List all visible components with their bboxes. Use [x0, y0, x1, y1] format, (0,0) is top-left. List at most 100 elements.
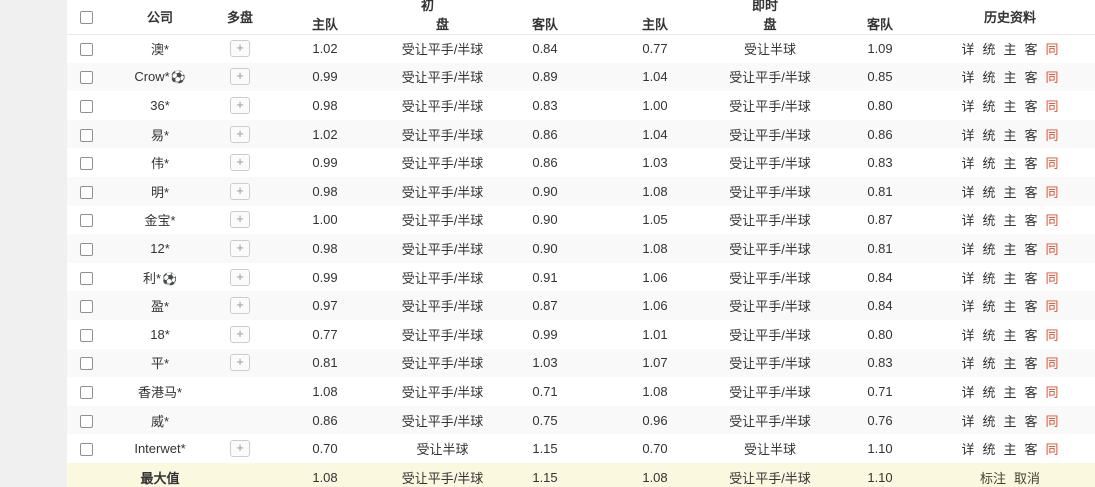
history-link-stats[interactable]: 统 [982, 99, 995, 114]
history-link-home[interactable]: 主 [1003, 328, 1016, 343]
history-link-stats[interactable]: 统 [982, 213, 995, 228]
history-link-stats[interactable]: 统 [982, 42, 995, 57]
history-link-home[interactable]: 主 [1003, 442, 1016, 457]
history-link-away[interactable]: 客 [1025, 356, 1038, 371]
history-link-home[interactable]: 主 [1003, 185, 1016, 200]
history-link-detail[interactable]: 详 [961, 128, 974, 143]
history-link-same[interactable]: 同 [1046, 242, 1059, 257]
history-link-home[interactable]: 主 [1003, 414, 1016, 429]
history-link-stats[interactable]: 统 [982, 271, 995, 286]
history-link-detail[interactable]: 详 [961, 271, 974, 286]
history-link-stats[interactable]: 统 [982, 70, 995, 85]
history-link-away[interactable]: 客 [1025, 185, 1038, 200]
history-link-stats[interactable]: 统 [982, 156, 995, 171]
expand-button[interactable]: + [230, 154, 250, 172]
history-link-detail[interactable]: 详 [961, 442, 974, 457]
row-checkbox[interactable] [79, 185, 93, 199]
expand-button[interactable]: + [230, 297, 250, 315]
history-link-home[interactable]: 主 [1003, 213, 1016, 228]
history-link-away[interactable]: 客 [1025, 271, 1038, 286]
row-checkbox[interactable] [79, 71, 93, 85]
history-link-home[interactable]: 主 [1003, 271, 1016, 286]
history-link-same[interactable]: 同 [1046, 442, 1059, 457]
history-link-same[interactable]: 同 [1046, 70, 1059, 85]
history-link-same[interactable]: 同 [1046, 128, 1059, 143]
history-link-detail[interactable]: 详 [961, 70, 974, 85]
history-link-stats[interactable]: 统 [982, 356, 995, 371]
history-link-away[interactable]: 客 [1025, 242, 1038, 257]
history-link-away[interactable]: 客 [1025, 99, 1038, 114]
select-all-checkbox[interactable] [79, 11, 93, 25]
row-checkbox[interactable] [79, 242, 93, 256]
history-link-detail[interactable]: 详 [961, 242, 974, 257]
history-link-stats[interactable]: 统 [982, 385, 995, 400]
history-link-home[interactable]: 主 [1003, 242, 1016, 257]
history-link-same[interactable]: 同 [1046, 99, 1059, 114]
expand-button[interactable]: + [230, 354, 250, 372]
history-link-detail[interactable]: 详 [961, 99, 974, 114]
history-link-away[interactable]: 客 [1025, 442, 1038, 457]
history-link-detail[interactable]: 详 [961, 42, 974, 57]
row-checkbox[interactable] [79, 357, 93, 371]
history-link-detail[interactable]: 详 [961, 414, 974, 429]
history-link-away[interactable]: 客 [1025, 385, 1038, 400]
history-link-away[interactable]: 客 [1025, 299, 1038, 314]
history-link-stats[interactable]: 统 [982, 185, 995, 200]
history-link-detail[interactable]: 详 [961, 328, 974, 343]
expand-button[interactable]: + [230, 125, 250, 143]
history-link-home[interactable]: 主 [1003, 128, 1016, 143]
history-link-same[interactable]: 同 [1046, 213, 1059, 228]
history-link-away[interactable]: 客 [1025, 213, 1038, 228]
row-checkbox[interactable] [79, 100, 93, 114]
expand-button[interactable]: + [230, 268, 250, 286]
expand-button[interactable]: + [230, 40, 250, 58]
mark-button[interactable]: 标注 [980, 471, 1006, 486]
history-link-same[interactable]: 同 [1046, 414, 1059, 429]
expand-button[interactable]: + [230, 182, 250, 200]
history-link-away[interactable]: 客 [1025, 128, 1038, 143]
history-link-stats[interactable]: 统 [982, 242, 995, 257]
history-link-away[interactable]: 客 [1025, 156, 1038, 171]
expand-button[interactable]: + [230, 325, 250, 343]
history-link-home[interactable]: 主 [1003, 42, 1016, 57]
history-link-same[interactable]: 同 [1046, 156, 1059, 171]
history-link-home[interactable]: 主 [1003, 299, 1016, 314]
history-link-same[interactable]: 同 [1046, 385, 1059, 400]
row-checkbox[interactable] [79, 300, 93, 314]
history-link-stats[interactable]: 统 [982, 328, 995, 343]
row-checkbox[interactable] [79, 128, 93, 142]
history-link-same[interactable]: 同 [1046, 185, 1059, 200]
history-link-stats[interactable]: 统 [982, 299, 995, 314]
expand-button[interactable]: + [230, 239, 250, 257]
history-link-same[interactable]: 同 [1046, 271, 1059, 286]
history-link-stats[interactable]: 统 [982, 414, 995, 429]
expand-button[interactable]: + [230, 440, 250, 458]
history-link-detail[interactable]: 详 [961, 299, 974, 314]
history-link-same[interactable]: 同 [1046, 356, 1059, 371]
expand-button[interactable]: + [230, 96, 250, 114]
history-link-away[interactable]: 客 [1025, 70, 1038, 85]
history-link-detail[interactable]: 详 [961, 185, 974, 200]
history-link-same[interactable]: 同 [1046, 42, 1059, 57]
row-checkbox[interactable] [79, 43, 93, 57]
row-checkbox[interactable] [79, 271, 93, 285]
row-checkbox[interactable] [79, 214, 93, 228]
history-link-detail[interactable]: 详 [961, 385, 974, 400]
history-link-home[interactable]: 主 [1003, 385, 1016, 400]
history-link-home[interactable]: 主 [1003, 99, 1016, 114]
row-checkbox[interactable] [79, 443, 93, 457]
history-link-away[interactable]: 客 [1025, 414, 1038, 429]
history-link-home[interactable]: 主 [1003, 156, 1016, 171]
expand-button[interactable]: + [230, 211, 250, 229]
history-link-away[interactable]: 客 [1025, 328, 1038, 343]
history-link-detail[interactable]: 详 [961, 356, 974, 371]
row-checkbox[interactable] [79, 385, 93, 399]
history-link-stats[interactable]: 统 [982, 128, 995, 143]
history-link-home[interactable]: 主 [1003, 356, 1016, 371]
cancel-button[interactable]: 取消 [1014, 471, 1040, 486]
history-link-home[interactable]: 主 [1003, 70, 1016, 85]
history-link-same[interactable]: 同 [1046, 299, 1059, 314]
history-link-detail[interactable]: 详 [961, 156, 974, 171]
history-link-stats[interactable]: 统 [982, 442, 995, 457]
row-checkbox[interactable] [79, 414, 93, 428]
